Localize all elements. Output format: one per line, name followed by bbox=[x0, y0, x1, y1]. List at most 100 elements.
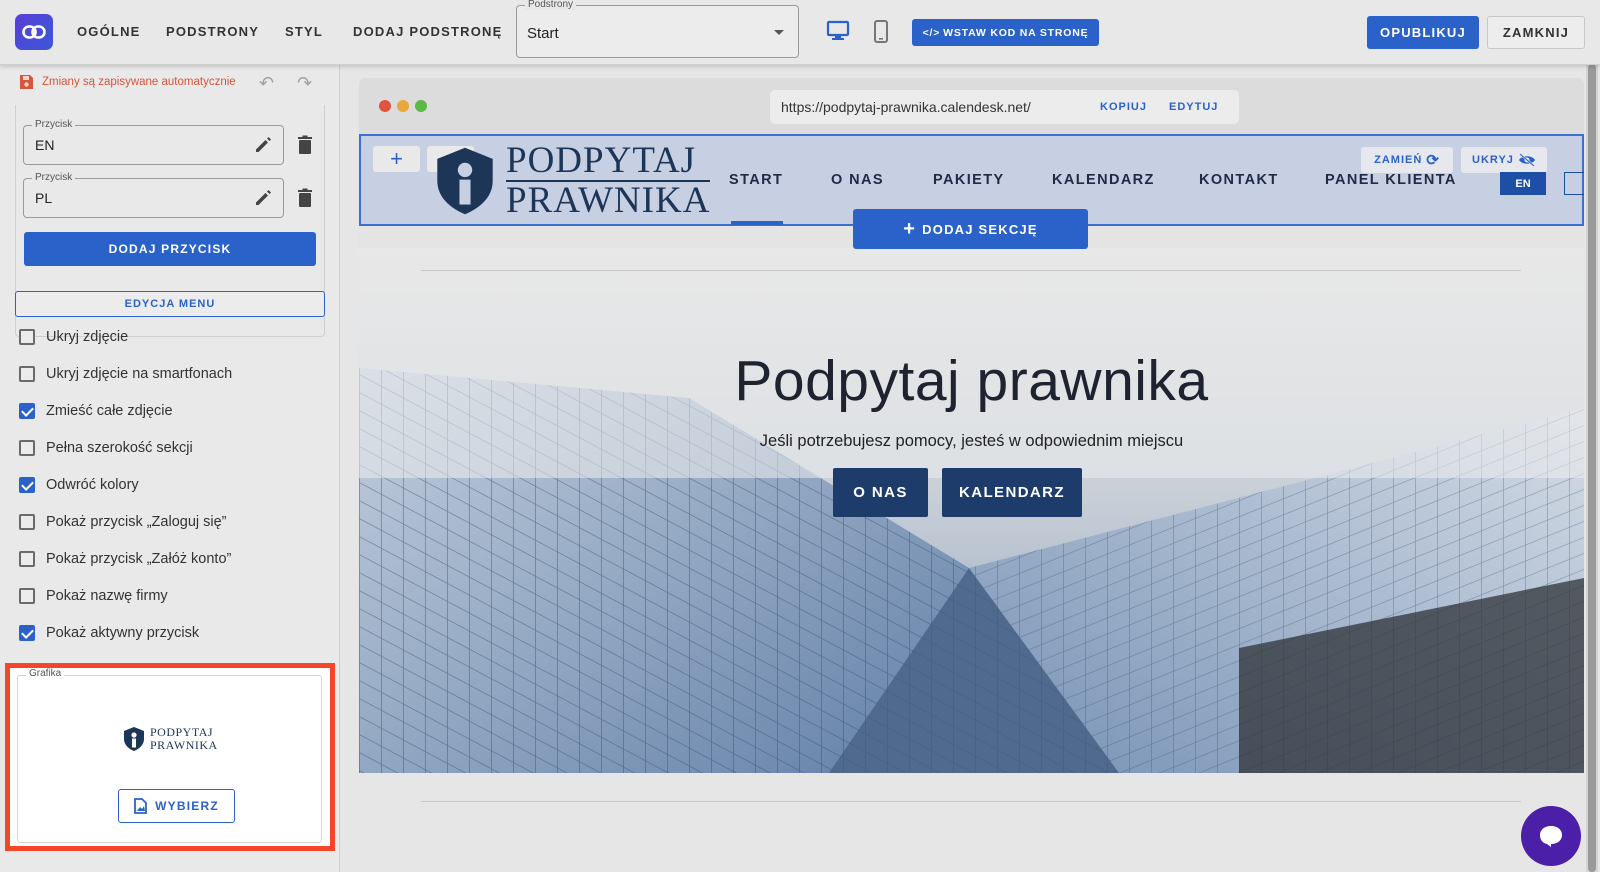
hero-section: Podpytaj prawnika Jeśli potrzebujesz pom… bbox=[359, 248, 1584, 773]
scrollbar-thumb[interactable] bbox=[1588, 64, 1596, 872]
button-field-value: EN bbox=[35, 137, 55, 153]
hero-about-button[interactable]: O NAS bbox=[833, 468, 928, 517]
chat-widget-button[interactable] bbox=[1521, 806, 1581, 866]
checkbox[interactable] bbox=[19, 514, 35, 530]
site-preview: https://podpytaj-prawnika.calendesk.net/… bbox=[359, 78, 1584, 872]
minimize-dot-icon bbox=[397, 100, 409, 112]
language-button-next[interactable] bbox=[1564, 172, 1584, 195]
menu-edit-button[interactable]: EDYCJA MENU bbox=[15, 291, 325, 317]
hero-divider bbox=[421, 270, 1521, 271]
eye-off-icon bbox=[1518, 153, 1535, 167]
option-label: Odwróć kolory bbox=[46, 477, 139, 493]
option-invert-colors[interactable]: Odwróć kolory bbox=[19, 477, 139, 493]
swap-label: ZAMIEŃ bbox=[1374, 154, 1423, 166]
nav-style[interactable]: STYL bbox=[285, 24, 323, 39]
close-button[interactable]: ZAMKNIJ bbox=[1487, 16, 1585, 49]
copy-url-button[interactable]: KOPIUJ bbox=[1100, 101, 1147, 113]
undo-icon[interactable]: ↶ bbox=[259, 73, 274, 94]
option-label: Zmieść całe zdjęcie bbox=[46, 403, 173, 419]
zoom-in-button[interactable]: + bbox=[373, 146, 420, 172]
hero-title: Podpytaj prawnika bbox=[734, 349, 1209, 413]
refresh-icon: ⟳ bbox=[1426, 152, 1440, 169]
maximize-dot-icon bbox=[415, 100, 427, 112]
checkbox[interactable] bbox=[19, 588, 35, 604]
desktop-icon[interactable] bbox=[826, 20, 850, 42]
redo-icon[interactable]: ↷ bbox=[297, 73, 312, 94]
hide-label: UKRYJ bbox=[1472, 154, 1514, 166]
option-show-signup[interactable]: Pokaż przycisk „Załóż konto” bbox=[19, 551, 231, 567]
pencil-icon[interactable] bbox=[253, 188, 273, 208]
trash-icon[interactable] bbox=[297, 188, 313, 208]
scrollbar[interactable] bbox=[1586, 60, 1598, 872]
link-icon bbox=[22, 25, 46, 39]
site-nav-contact[interactable]: KONTAKT bbox=[1199, 172, 1279, 188]
option-show-active-button[interactable]: Pokaż aktywny przycisk bbox=[19, 625, 199, 641]
swap-section-button[interactable]: ZAMIEŃ ⟳ bbox=[1361, 147, 1453, 173]
choose-image-button[interactable]: WYBIERZ bbox=[118, 789, 235, 823]
nav-general[interactable]: OGÓLNE bbox=[77, 24, 141, 39]
button-field-label: Przycisk bbox=[32, 172, 76, 183]
graphic-panel-highlight: Grafika PODPYTAJ PRAWNIKA WYBIERZ bbox=[5, 663, 335, 851]
button-field-label: Przycisk bbox=[32, 119, 76, 130]
nav-add-subpage[interactable]: DODAJ PODSTRONĘ bbox=[353, 24, 502, 39]
browser-bar: https://podpytaj-prawnika.calendesk.net/… bbox=[359, 78, 1584, 134]
checkbox[interactable] bbox=[19, 329, 35, 345]
add-button-button[interactable]: DODAJ PRZYCISK bbox=[24, 232, 316, 266]
hero-calendar-button[interactable]: KALENDARZ bbox=[942, 468, 1082, 517]
option-full-width[interactable]: Pełna szerokość sekcji bbox=[19, 440, 193, 456]
add-section-button[interactable]: + DODAJ SEKCJĘ bbox=[853, 209, 1088, 249]
hero-subtitle: Jeśli potrzebujesz pomocy, jesteś w odpo… bbox=[759, 432, 1184, 450]
hide-section-button[interactable]: UKRYJ bbox=[1461, 147, 1547, 173]
logo-preview: PODPYTAJ PRAWNIKA bbox=[123, 726, 218, 752]
button-field-en[interactable]: Przycisk EN bbox=[23, 119, 284, 165]
option-hide-photo[interactable]: Ukryj zdjęcie bbox=[19, 329, 128, 345]
subpage-select-label: Podstrony bbox=[525, 0, 577, 10]
pencil-icon[interactable] bbox=[253, 135, 273, 155]
option-show-login[interactable]: Pokaż przycisk „Zaloguj się” bbox=[19, 514, 227, 530]
option-show-company-name[interactable]: Pokaż nazwę firmy bbox=[19, 588, 168, 604]
site-logo[interactable]: PODPYTAJ PRAWNIKA bbox=[434, 142, 711, 221]
site-nav-about[interactable]: O NAS bbox=[831, 172, 884, 188]
option-label: Ukryj zdjęcie bbox=[46, 329, 129, 345]
checkbox-checked[interactable] bbox=[19, 625, 35, 641]
nav-subpages[interactable]: PODSTRONY bbox=[166, 24, 259, 39]
next-section bbox=[359, 773, 1584, 872]
option-label: Pokaż aktywny przycisk bbox=[46, 625, 200, 641]
mobile-icon[interactable] bbox=[873, 20, 889, 44]
image-file-icon bbox=[134, 798, 148, 814]
site-logo-line2: PRAWNIKA bbox=[506, 180, 711, 221]
button-field-value: PL bbox=[35, 190, 53, 206]
autosave-status: Zmiany są zapisywane automatycznie bbox=[18, 74, 236, 90]
checkbox[interactable] bbox=[19, 551, 35, 567]
choose-image-label: WYBIERZ bbox=[155, 799, 219, 813]
plus-icon: + bbox=[903, 218, 917, 240]
language-button-en[interactable]: EN bbox=[1500, 172, 1546, 195]
app-logo[interactable] bbox=[15, 14, 53, 50]
option-fit-photo[interactable]: Zmieść całe zdjęcie bbox=[19, 403, 173, 419]
publish-button[interactable]: OPUBLIKUJ bbox=[1367, 16, 1479, 49]
autosave-text: Zmiany są zapisywane automatycznie bbox=[42, 76, 236, 88]
subpage-select[interactable]: Podstrony Start bbox=[516, 0, 799, 58]
site-nav-client-panel[interactable]: PANEL KLIENTA bbox=[1325, 172, 1457, 188]
chevron-down-icon bbox=[774, 30, 784, 35]
edit-url-button[interactable]: EDYTUJ bbox=[1169, 101, 1218, 113]
option-hide-photo-mobile[interactable]: Ukryj zdjęcie na smartfonach bbox=[19, 366, 232, 382]
option-label: Pokaż przycisk „Załóż konto” bbox=[46, 551, 232, 567]
code-icon: </> bbox=[922, 26, 941, 39]
embed-code-button[interactable]: </> WSTAW KOD NA STRONĘ bbox=[912, 19, 1099, 46]
option-label: Ukryj zdjęcie na smartfonach bbox=[46, 366, 233, 382]
site-nav-packages[interactable]: PAKIETY bbox=[933, 172, 1005, 188]
button-field-pl[interactable]: Przycisk PL bbox=[23, 172, 284, 218]
checkbox[interactable] bbox=[19, 366, 35, 382]
checkbox-checked[interactable] bbox=[19, 403, 35, 419]
active-nav-indicator bbox=[731, 221, 783, 225]
trash-icon[interactable] bbox=[297, 135, 313, 155]
site-nav-calendar[interactable]: KALENDARZ bbox=[1052, 172, 1155, 188]
option-label: Pełna szerokość sekcji bbox=[46, 440, 193, 456]
logo-preview-line2: PRAWNIKA bbox=[150, 738, 218, 752]
checkbox-checked[interactable] bbox=[19, 477, 35, 493]
checkbox[interactable] bbox=[19, 440, 35, 456]
subpage-select-value: Start bbox=[527, 25, 559, 42]
chat-bubble-icon bbox=[1540, 826, 1562, 847]
site-nav-start[interactable]: START bbox=[729, 172, 783, 188]
